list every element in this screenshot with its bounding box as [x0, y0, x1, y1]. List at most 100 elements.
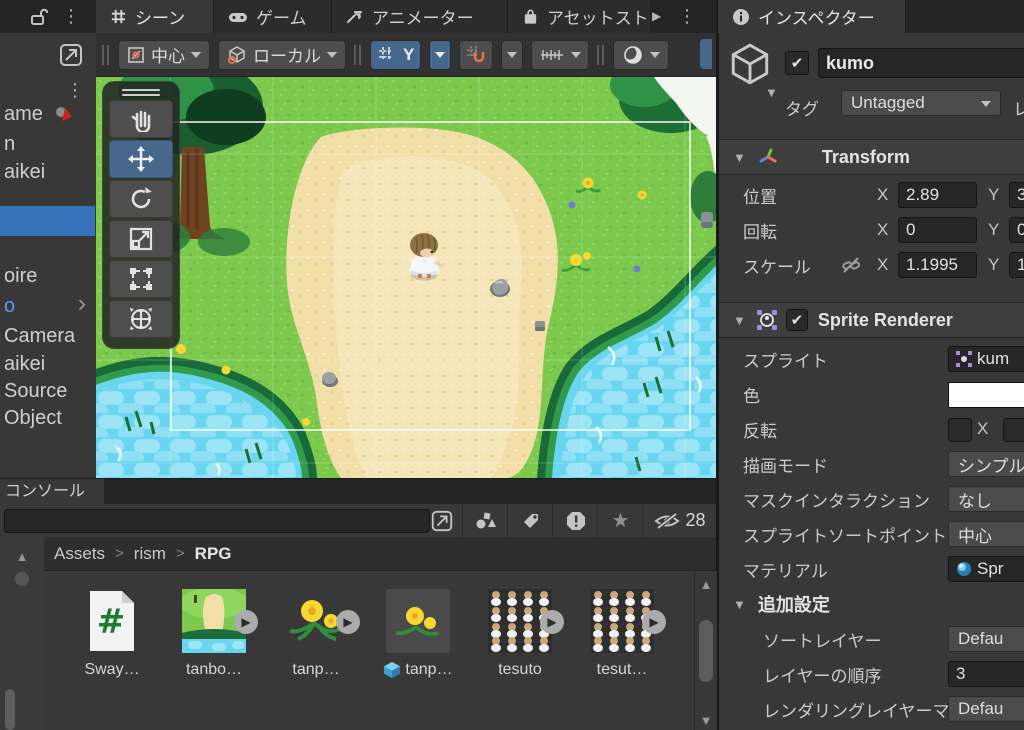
move-tool-button[interactable]: [109, 140, 173, 178]
additional-settings-foldout[interactable]: ▼ 追加設定: [719, 590, 1024, 618]
asset-item-script[interactable]: # Sway…: [64, 589, 160, 679]
breadcrumb-rpg[interactable]: RPG: [195, 544, 232, 564]
increment-snap-button[interactable]: [531, 39, 590, 70]
toolbar-drag-handle[interactable]: [354, 44, 362, 65]
hierarchy-item[interactable]: oire: [0, 263, 95, 289]
hierarchy-selected-row[interactable]: [0, 206, 95, 236]
chevron-right-icon[interactable]: ›: [78, 291, 86, 317]
flip-y-checkbox[interactable]: [1003, 418, 1024, 442]
snap-toggle-button[interactable]: [459, 39, 494, 70]
tab-console[interactable]: コンソール: [0, 479, 104, 505]
asset-item-sprite[interactable]: ▶ tanp…: [268, 589, 364, 679]
scene-effects-button[interactable]: [613, 39, 670, 70]
view-hand-tool-button[interactable]: [109, 100, 173, 138]
position-y-field[interactable]: 3: [1009, 182, 1024, 208]
draw-mode-dropdown[interactable]: シンプル: [948, 451, 1024, 477]
order-in-layer-field[interactable]: 3: [948, 661, 1024, 687]
transform-header[interactable]: ▼ Transform: [719, 139, 1024, 175]
scroll-down-icon[interactable]: ▼: [695, 713, 717, 728]
favorites-star-button[interactable]: ★: [597, 504, 643, 537]
tab-overflow-icon[interactable]: ▶: [652, 9, 661, 23]
rotate-tool-button[interactable]: [109, 180, 173, 218]
scroll-up-icon[interactable]: ▲: [695, 577, 717, 592]
hierarchy-item[interactable]: Source: [0, 378, 95, 404]
scale-y-field[interactable]: 1: [1009, 252, 1024, 278]
tag-dropdown[interactable]: Untagged: [841, 90, 1001, 116]
asset-item-prefab[interactable]: tanp…: [370, 589, 466, 679]
tab-scene[interactable]: シーン: [96, 0, 214, 33]
grid-visibility-button[interactable]: Y: [370, 39, 422, 70]
chevron-down-icon: [191, 52, 201, 63]
orientation-button[interactable]: ローカル: [218, 39, 346, 70]
icon-dropdown-caret[interactable]: ▼: [765, 85, 778, 100]
scale-x-field[interactable]: 1.1995: [898, 252, 977, 278]
foldout-icon[interactable]: ▼: [733, 313, 746, 328]
component-enabled-checkbox[interactable]: ✔: [785, 309, 808, 331]
hierarchy-item-prefab[interactable]: o ›: [0, 291, 95, 319]
project-left-scrollbar[interactable]: ▲: [0, 537, 45, 730]
asset-item-spritesheet[interactable]: ▶ tesuto: [472, 589, 568, 679]
scroll-thumb[interactable]: [15, 572, 29, 586]
flip-x-checkbox[interactable]: [948, 418, 972, 442]
hierarchy-item[interactable]: Camera: [0, 323, 95, 349]
mask-interaction-dropdown[interactable]: なし: [948, 486, 1024, 512]
tab-inspector[interactable]: インスペクター: [718, 0, 906, 33]
scene-viewport[interactable]: [96, 77, 716, 478]
filter-by-label-button[interactable]: [507, 504, 553, 537]
color-swatch[interactable]: [948, 382, 1024, 408]
clipped-toolbar-button[interactable]: [700, 39, 712, 69]
sprite-renderer-header[interactable]: ▼ ✔ Sprite Renderer: [719, 302, 1024, 338]
asset-item-spritesheet[interactable]: ▶ tesut…: [574, 589, 670, 679]
overlay-drag-handle[interactable]: [122, 89, 160, 96]
hierarchy-item[interactable]: Object: [0, 405, 95, 431]
unlock-icon[interactable]: [28, 7, 48, 27]
hidden-count-toggle[interactable]: 28: [642, 504, 717, 537]
expand-sprites-icon[interactable]: ▶: [642, 610, 666, 634]
scroll-thumb-lower[interactable]: [5, 689, 15, 730]
broken-link-icon[interactable]: [841, 255, 861, 275]
pivot-mode-button[interactable]: 中心: [118, 39, 210, 70]
scene-panel-menu-icon[interactable]: ⋮: [678, 7, 696, 25]
scroll-up-icon[interactable]: ▲: [0, 549, 44, 564]
active-checkbox[interactable]: ✔: [785, 51, 809, 75]
breadcrumb-assets[interactable]: Assets: [54, 544, 105, 564]
project-vertical-scrollbar[interactable]: ▲ ▼: [694, 571, 717, 730]
scale-tool-button[interactable]: [109, 220, 173, 258]
transform-tool-button[interactable]: [109, 300, 173, 338]
hierarchy-menu-icon[interactable]: ⋮: [66, 81, 84, 99]
rendering-layer-dropdown[interactable]: Defau: [948, 696, 1024, 722]
sorting-layer-dropdown[interactable]: Defau: [948, 626, 1024, 652]
hierarchy-item[interactable]: n: [0, 131, 95, 157]
foldout-icon[interactable]: ▼: [733, 150, 746, 165]
expand-sprites-icon[interactable]: ▶: [540, 610, 564, 634]
breadcrumb-rism[interactable]: rism: [134, 544, 166, 564]
rotation-y-field[interactable]: 0: [1009, 217, 1024, 243]
rect-tool-button[interactable]: [109, 260, 173, 298]
panel-menu-icon[interactable]: ⋮: [62, 7, 80, 25]
warning-filter-button[interactable]: [552, 504, 598, 537]
expand-sprites-icon[interactable]: ▶: [234, 610, 258, 634]
filter-by-type-button[interactable]: [462, 504, 508, 537]
tab-asset-store[interactable]: アセットスト: [508, 0, 650, 33]
toolbar-drag-handle[interactable]: [102, 44, 110, 65]
snap-options-dropdown[interactable]: [501, 39, 524, 70]
grid-options-dropdown[interactable]: [429, 39, 452, 70]
hierarchy-item[interactable]: ame: [0, 101, 95, 127]
asset-item-image[interactable]: ▶ tanbo…: [166, 589, 262, 679]
expand-sprites-icon[interactable]: ▶: [336, 610, 360, 634]
tab-animator[interactable]: アニメーター: [332, 0, 508, 33]
toolbar-drag-handle[interactable]: [597, 44, 605, 65]
open-new-window-icon[interactable]: [58, 42, 84, 68]
position-x-field[interactable]: 2.89: [898, 182, 977, 208]
hierarchy-item[interactable]: aikei: [0, 351, 95, 377]
tab-game[interactable]: ゲーム: [214, 0, 332, 33]
sprite-object-field[interactable]: kum: [948, 346, 1024, 372]
sort-point-dropdown[interactable]: 中心: [948, 521, 1024, 547]
search-input[interactable]: [4, 509, 430, 533]
open-new-window-icon[interactable]: [430, 509, 454, 533]
material-object-field[interactable]: Spr: [948, 556, 1024, 582]
gameobject-name-field[interactable]: kumo: [818, 48, 1024, 78]
rotation-x-field[interactable]: 0: [898, 217, 977, 243]
scroll-thumb[interactable]: [699, 620, 713, 682]
hierarchy-item[interactable]: aikei: [0, 159, 95, 185]
